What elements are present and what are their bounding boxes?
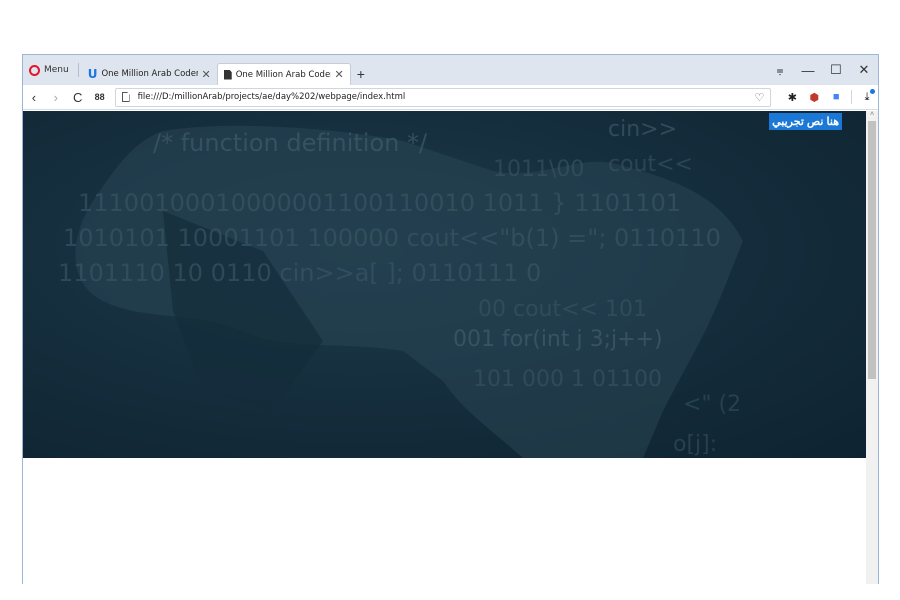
page-viewport: /* function definition */ cin>> 1011\00 cou… (23, 111, 868, 584)
overlay-text: هنا نص تجريبي (769, 113, 842, 130)
tab-title: One Million Arab Coders (235, 69, 331, 80)
tab-bar: Menu U One Million Arab Coders ✕ One Mil… (23, 55, 878, 85)
code-line: 1011\00 (493, 157, 584, 182)
address-bar: ‹ › C 88 file:///D:/millionArab/projects… (23, 85, 878, 110)
code-line: 101 000 1 01100 (473, 367, 662, 392)
close-tab-icon[interactable]: ✕ (202, 68, 211, 81)
chevron-right-icon: › (53, 89, 58, 105)
speed-dial-icon: 88 (94, 92, 105, 102)
download-icon: ⤓ (864, 90, 870, 103)
code-line: 1010101 10001101 100000 cout<<"b(1) ="; … (63, 224, 721, 252)
tab-separator (77, 63, 79, 77)
tab-one-million-arab-coders-2[interactable]: One Million Arab Coders ✕ (216, 63, 351, 85)
tab-one-million-arab-coders-1[interactable]: U One Million Arab Coders ✕ (82, 63, 217, 85)
hero-banner: /* function definition */ cin>> 1011\00 cou… (23, 111, 868, 458)
code-line: <" (2 (683, 392, 741, 417)
minimize-button[interactable]: — (794, 55, 822, 85)
browser-window: Menu U One Million Arab Coders ✕ One Mil… (22, 54, 879, 584)
page-favicon-icon (223, 69, 232, 80)
reload-icon: C (73, 89, 83, 105)
speed-dial-button[interactable]: 88 (89, 85, 111, 110)
hero-background-art: /* function definition */ cin>> 1011\00 cou… (58, 117, 743, 458)
close-tab-icon[interactable]: ✕ (335, 68, 344, 81)
chevron-left-icon: ‹ (31, 89, 37, 105)
udacity-favicon-icon: U (87, 67, 98, 81)
page-icon (121, 92, 130, 102)
gear-icon[interactable]: ✱ (781, 85, 803, 110)
scroll-thumb[interactable] (868, 121, 876, 379)
code-line: o[j]: (673, 432, 717, 457)
code-line: cout<< (608, 152, 693, 177)
code-line: 001 for(int j 3;j++) (453, 327, 663, 352)
download-button[interactable]: ⤓ (856, 85, 878, 110)
forward-button[interactable]: › (45, 85, 67, 110)
tab-menu-icon[interactable]: ⩦ (766, 55, 794, 85)
reload-button[interactable]: C (67, 85, 89, 110)
menu-label: Menu (44, 65, 69, 75)
window-controls: ⩦ — ☐ ✕ (766, 55, 878, 85)
url-text[interactable]: file:///D:/millionArab/projects/ae/day%2… (138, 92, 747, 102)
back-button[interactable]: ‹ (23, 85, 45, 110)
url-field[interactable]: file:///D:/millionArab/projects/ae/day%2… (114, 87, 772, 107)
download-badge (869, 88, 875, 94)
code-line: cin>> (608, 117, 677, 142)
close-window-button[interactable]: ✕ (850, 55, 878, 85)
tab-title: One Million Arab Coders (101, 69, 198, 79)
heart-icon[interactable]: ♡ (755, 91, 765, 104)
code-line: 11100100010000001100110010 1011 } 110110… (78, 189, 681, 217)
code-line: 1101110 10 0110 cin>>a[ ]; 0110111 0 (58, 259, 541, 287)
scroll-up-arrow-icon[interactable]: ˄ (866, 111, 878, 121)
page-scrollbar[interactable]: ˄ (866, 111, 878, 584)
ublock-icon[interactable]: ⬢ (803, 85, 825, 110)
opera-menu-button[interactable]: Menu (23, 55, 75, 85)
maximize-button[interactable]: ☐ (822, 55, 850, 85)
translate-icon[interactable]: ■ (825, 85, 847, 110)
toolbar-separator (851, 90, 853, 104)
code-line: /* function definition */ (153, 129, 428, 157)
opera-logo-icon (29, 64, 40, 76)
new-tab-button[interactable]: + (351, 63, 371, 85)
code-line: 00 cout<< 101 (478, 297, 647, 322)
